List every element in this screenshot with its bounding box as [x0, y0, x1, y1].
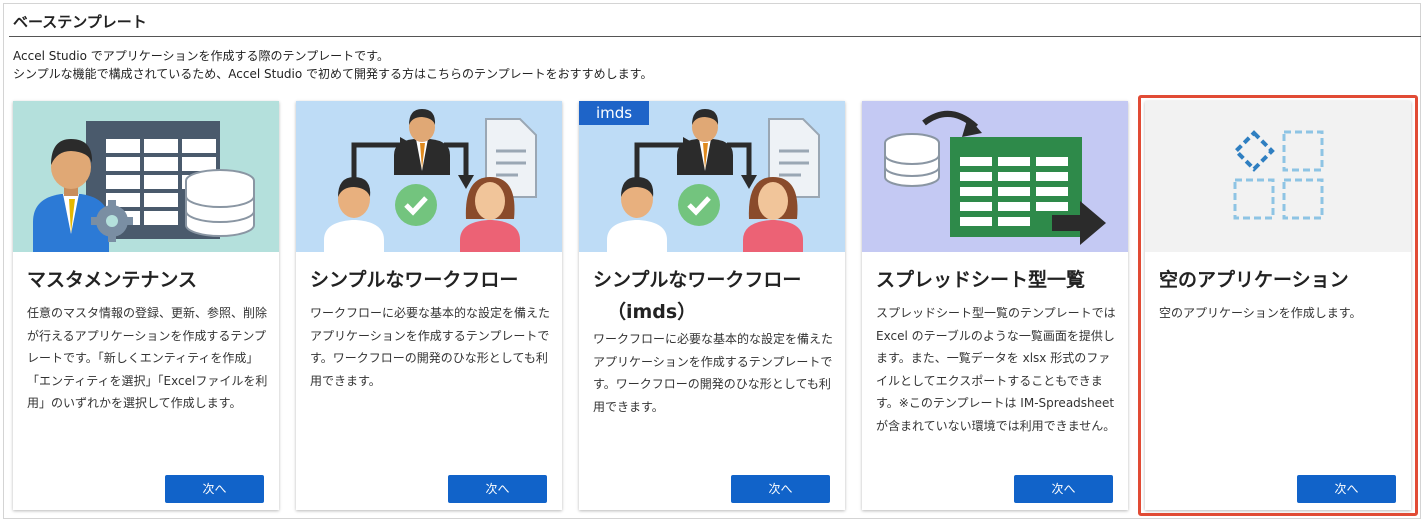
- card-title: マスタメンテナンス: [27, 264, 267, 296]
- next-button[interactable]: 次へ: [731, 475, 830, 503]
- section-title: ベーステンプレート: [13, 13, 147, 31]
- description-line-1: Accel Studio でアプリケーションを作成する際のテンプレートです。: [13, 49, 389, 63]
- next-button[interactable]: 次へ: [1297, 475, 1396, 503]
- template-card-simple-workflow-imds[interactable]: imds シンプルなワークフロー （imds） ワークフローに必要な基本的な設定…: [579, 101, 845, 510]
- card-title-text: シンプルなワークフロー: [310, 269, 519, 291]
- template-card-master-maintenance[interactable]: マスタメンテナンス 任意のマスタ情報の登録、更新、参照、削除が行えるアプリケーシ…: [13, 101, 279, 510]
- card-description: 空のアプリケーションを作成します。: [1159, 306, 1362, 320]
- workflow-illustration: [296, 101, 562, 252]
- card-title-text: マスタメンテナンス: [27, 269, 198, 291]
- template-card-spreadsheet-list[interactable]: スプレッドシート型一覧 スプレッドシート型一覧のテンプレートでは Excel の…: [862, 101, 1128, 510]
- master-maintenance-illustration: [13, 101, 279, 252]
- empty-app-illustration: [1145, 101, 1411, 252]
- section-description: Accel Studio でアプリケーションを作成する際のテンプレートです。 シ…: [13, 47, 652, 83]
- next-button[interactable]: 次へ: [448, 475, 547, 503]
- card-title-text: シンプルなワークフロー: [593, 269, 802, 291]
- card-description: ワークフローに必要な基本的な設定を備えたアプリケーションを作成するテンプレートで…: [593, 332, 834, 414]
- next-button[interactable]: 次へ: [165, 475, 264, 503]
- spreadsheet-illustration: [862, 101, 1128, 252]
- template-card-empty-application[interactable]: 空のアプリケーション 空のアプリケーションを作成します。 次へ: [1145, 101, 1411, 510]
- imds-badge: imds: [579, 101, 649, 125]
- card-title-text: スプレッドシート型一覧: [876, 269, 1086, 291]
- title-divider: [9, 36, 1421, 37]
- card-title: シンプルなワークフロー （imds）: [593, 264, 833, 328]
- workflow-imds-illustration: imds: [579, 101, 845, 252]
- card-title-text-line2: （imds）: [607, 301, 697, 323]
- card-description: 任意のマスタ情報の登録、更新、参照、削除が行えるアプリケーションを作成するテンプ…: [27, 306, 268, 410]
- next-button[interactable]: 次へ: [1014, 475, 1113, 503]
- card-title: スプレッドシート型一覧: [876, 264, 1116, 296]
- template-card-simple-workflow[interactable]: シンプルなワークフロー ワークフローに必要な基本的な設定を備えたアプリケーション…: [296, 101, 562, 510]
- card-description: スプレッドシート型一覧のテンプレートでは Excel のテーブルのような一覧画面…: [876, 306, 1116, 433]
- card-title: シンプルなワークフロー: [310, 264, 550, 296]
- card-title-text: 空のアプリケーション: [1159, 269, 1349, 291]
- description-line-2: シンプルな機能で構成されているため、Accel Studio で初めて開発する方…: [13, 67, 653, 81]
- card-description: ワークフローに必要な基本的な設定を備えたアプリケーションを作成するテンプレートで…: [310, 306, 551, 388]
- card-title: 空のアプリケーション: [1159, 264, 1399, 296]
